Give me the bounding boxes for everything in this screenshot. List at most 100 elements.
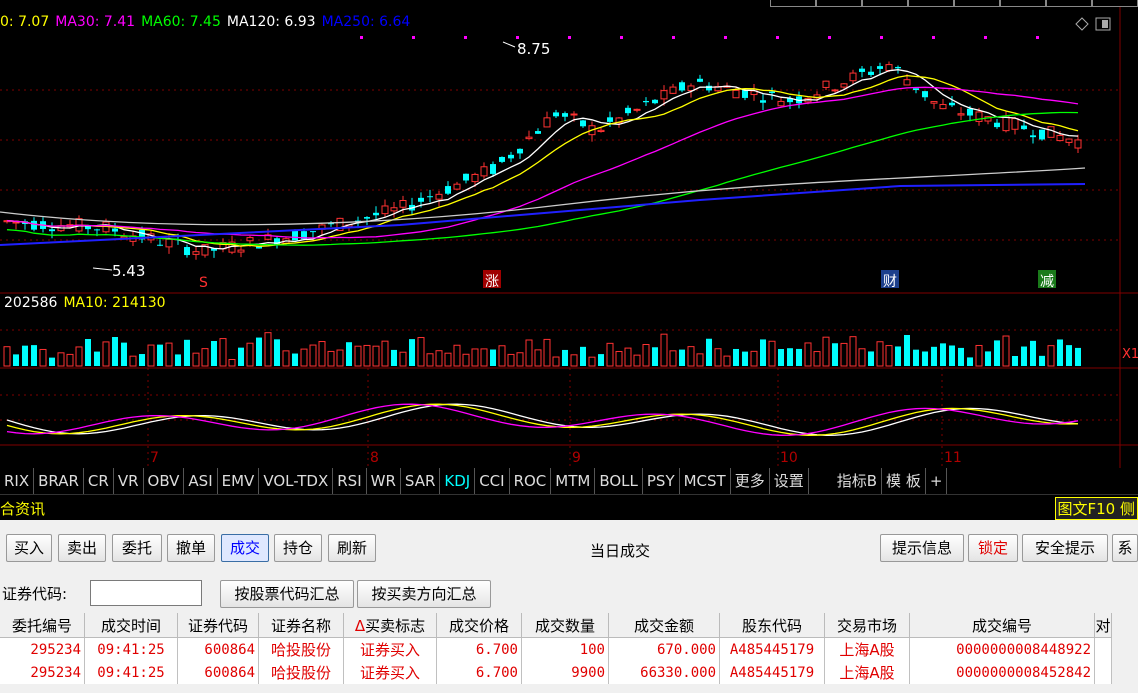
indicator-tab[interactable]: CCI xyxy=(475,468,510,494)
col-security-code[interactable]: 证券代码 xyxy=(177,613,259,638)
indicator-tab[interactable]: OBV xyxy=(144,468,185,494)
volume-value: 202586 xyxy=(4,295,58,311)
cancel-order-button[interactable]: 撤单 xyxy=(167,534,215,562)
table-cell: 证券买入 xyxy=(343,637,437,661)
ma-legend-item: 0: 7.07 xyxy=(0,14,50,30)
trades-table: 委托编号 成交时间 证券代码 证券名称 Δ买卖标志 成交价格 成交数量 成交金额… xyxy=(0,613,1138,684)
buy-button[interactable]: 买入 xyxy=(6,534,52,562)
high-price-label: 8.75 xyxy=(517,40,550,58)
table-cell: 09:41:25 xyxy=(84,637,178,661)
order-button[interactable]: 委托 xyxy=(112,534,162,562)
system-button[interactable]: 系 xyxy=(1112,534,1138,562)
indicator-tab[interactable]: VR xyxy=(114,468,144,494)
sell-button[interactable]: 卖出 xyxy=(58,534,106,562)
col-holder-code[interactable]: 股东代码 xyxy=(719,613,825,638)
summarize-by-stock-button[interactable]: 按股票代码汇总 xyxy=(220,580,354,608)
month-label-9: 9 xyxy=(572,450,581,466)
col-quantity[interactable]: 成交数量 xyxy=(521,613,609,638)
security-code-input[interactable] xyxy=(90,580,202,606)
event-marker-zhang: 涨 xyxy=(485,274,499,290)
month-label-7: 7 xyxy=(150,450,159,466)
indicator-tab[interactable]: WR xyxy=(367,468,401,494)
indicator-tab[interactable]: 指标B xyxy=(833,468,883,494)
news-label[interactable]: 合资讯 xyxy=(0,498,45,519)
indicator-tab[interactable]: MTM xyxy=(551,468,596,494)
col-counterparty[interactable]: 对 xyxy=(1094,613,1112,638)
table-cell: 0000000008448922 xyxy=(909,637,1095,661)
side-tag: X1 xyxy=(1122,347,1138,362)
table-cell: 证券买入 xyxy=(343,661,437,684)
ma-legend-item: MA30: 7.41 xyxy=(55,14,136,30)
table-cell xyxy=(1094,637,1112,661)
indicator-tab[interactable]: BOLL xyxy=(595,468,643,494)
col-trade-time[interactable]: 成交时间 xyxy=(84,613,178,638)
tips-button[interactable]: 提示信息 xyxy=(880,534,964,562)
indicator-tab[interactable]: 模 板 xyxy=(882,468,926,494)
kdj-lines xyxy=(6,403,1079,436)
table-cell: 600864 xyxy=(177,661,259,684)
col-amount[interactable]: 成交金额 xyxy=(608,613,720,638)
indicator-tab[interactable]: CR xyxy=(84,468,114,494)
kline-svg[interactable]: 8.75 5.43 S 涨 财 减 7 8 9 10 11 X1 xyxy=(0,0,1138,468)
summarize-by-direction-button[interactable]: 按买卖方向汇总 xyxy=(357,580,491,608)
table-cell: 6.700 xyxy=(436,637,522,661)
table-cell: 上海A股 xyxy=(824,637,910,661)
table-cell: A485445179 xyxy=(719,661,825,684)
table-cell: 哈投股份 xyxy=(258,661,344,684)
filter-row: 证券代码: 按股票代码汇总 按买卖方向汇总 xyxy=(0,578,1138,608)
table-cell: 600864 xyxy=(177,637,259,661)
kline-chart[interactable]: 8.75 5.43 S 涨 财 减 7 8 9 10 11 X1 0: 7.07… xyxy=(0,0,1138,468)
col-order-id[interactable]: 委托编号 xyxy=(0,613,85,638)
indicator-tab[interactable]: MCST xyxy=(680,468,731,494)
indicator-tab[interactable]: 更多 xyxy=(731,468,770,494)
col-security-name[interactable]: 证券名称 xyxy=(258,613,344,638)
col-bs-flag[interactable]: Δ买卖标志 xyxy=(343,613,437,638)
page-title: 当日成交 xyxy=(590,542,651,560)
indicator-tab[interactable]: VOL-TDX xyxy=(259,468,334,494)
table-cell: A485445179 xyxy=(719,637,825,661)
table-row[interactable]: 295234 09:41:25 600864 哈投股份 证券买入 6.700 9900 663… xyxy=(0,661,1112,684)
indicator-tab[interactable]: EMV xyxy=(218,468,260,494)
indicator-tab[interactable]: ROC xyxy=(510,468,552,494)
indicator-tab[interactable]: RSI xyxy=(333,468,367,494)
positions-button[interactable]: 持仓 xyxy=(274,534,322,562)
col-trade-id[interactable]: 成交编号 xyxy=(909,613,1095,638)
table-header-row: 委托编号 成交时间 证券代码 证券名称 Δ买卖标志 成交价格 成交数量 成交金额… xyxy=(0,613,1112,638)
table-cell: 66330.000 xyxy=(608,661,720,684)
indicator-tab[interactable]: PSY xyxy=(643,468,680,494)
indicator-tab[interactable]: SAR xyxy=(401,468,441,494)
volume-ma10: MA10: 214130 xyxy=(63,295,166,311)
month-label-10: 10 xyxy=(780,450,798,466)
volume-legend: 202586 MA10: 214130 xyxy=(4,295,166,311)
lock-button[interactable]: 锁定 xyxy=(968,534,1018,562)
table-row[interactable]: 295234 09:41:25 600864 哈投股份 证券买入 6.700 100 670.… xyxy=(0,637,1112,661)
indicator-tab[interactable]: KDJ xyxy=(440,468,476,494)
trades-button[interactable]: 成交 xyxy=(221,534,269,562)
f10-button[interactable]: 图文F10 侧 xyxy=(1054,497,1138,520)
ma-legend: 0: 7.07 MA30: 7.41 MA60: 7.45 MA120: 6.93 MA… xyxy=(0,14,416,30)
table-cell: 295234 xyxy=(0,637,85,661)
trade-toolbar: 买入 卖出 委托 撤单 成交 持仓 刷新 提示信息 锁定 安全提示 系 xyxy=(0,534,1138,564)
table-cell: 295234 xyxy=(0,661,85,684)
indicator-tab[interactable]: ASI xyxy=(184,468,218,494)
security-tips-button[interactable]: 安全提示 xyxy=(1022,534,1108,562)
ma-legend-item: MA120: 6.93 xyxy=(226,14,316,30)
table-cell: 0000000008452842 xyxy=(909,661,1095,684)
trade-panel: 买入 卖出 委托 撤单 成交 持仓 刷新 提示信息 锁定 安全提示 系 当日成交… xyxy=(0,520,1138,693)
indicator-tab[interactable]: BRAR xyxy=(34,468,84,494)
col-price[interactable]: 成交价格 xyxy=(436,613,522,638)
indicator-tab[interactable]: 设置 xyxy=(770,468,809,494)
table-cell: 上海A股 xyxy=(824,661,910,684)
col-market[interactable]: 交易市场 xyxy=(824,613,910,638)
indicator-tab[interactable]: RIX xyxy=(0,468,35,494)
news-bar: 合资讯 图文F10 侧 xyxy=(0,494,1138,521)
refresh-button[interactable]: 刷新 xyxy=(328,534,376,562)
event-marker-s: S xyxy=(199,275,208,291)
indicator-tab[interactable]: + xyxy=(926,468,948,494)
diamond-icon[interactable] xyxy=(1075,17,1089,31)
low-price-label: 5.43 xyxy=(112,262,145,280)
table-cell: 09:41:25 xyxy=(84,661,178,684)
table-cell: 9900 xyxy=(521,661,609,684)
security-code-label: 证券代码: xyxy=(2,585,68,603)
ma-legend-item: MA250: 6.64 xyxy=(321,14,411,30)
